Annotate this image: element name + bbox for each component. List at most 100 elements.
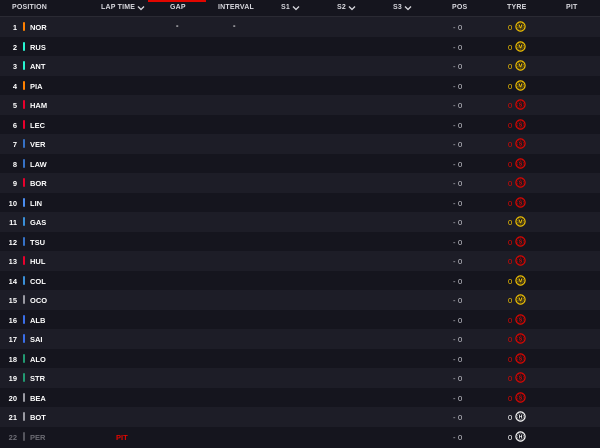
table-row[interactable]: 7 VER -0 0 S <box>0 134 600 154</box>
table-row[interactable]: 11 GAS -0 0 M <box>0 212 600 232</box>
col-s2-header[interactable]: S2 <box>337 4 356 11</box>
interval-value: - <box>233 21 236 30</box>
position-change: - <box>453 276 456 286</box>
driver-code[interactable]: LEC <box>30 121 45 130</box>
tyre-age: 0 <box>508 140 513 149</box>
table-row[interactable]: 5 HAM -0 0 S <box>0 95 600 115</box>
col-s3-header[interactable]: S3 <box>393 4 412 11</box>
driver-code[interactable]: RUS <box>30 43 46 52</box>
driver-code[interactable]: ALB <box>30 316 45 325</box>
col-lap-time-header[interactable]: LAP TIME <box>101 4 145 11</box>
table-row[interactable]: 6 LEC -0 0 S <box>0 114 600 134</box>
tyre-age: 0 <box>508 413 513 422</box>
team-color-bar <box>23 392 25 402</box>
table-row[interactable]: 13 HUL -0 0 S <box>0 251 600 271</box>
team-color-bar <box>23 256 25 265</box>
table-row[interactable]: 9 BOR -0 0 S <box>0 173 600 193</box>
position-change: - <box>453 42 456 52</box>
position-change: - <box>453 335 456 344</box>
table-row[interactable]: 8 LAW -0 0 S <box>0 153 600 173</box>
driver-position: 11 <box>9 218 17 227</box>
table-row[interactable]: 18 ALO -0 0 S <box>0 348 600 368</box>
table-row[interactable]: 19 STR -0 0 S <box>0 368 600 388</box>
position-change-value: 0 <box>458 179 463 188</box>
driver-code[interactable]: BOR <box>30 179 47 188</box>
position-change: - <box>453 140 456 149</box>
chevron-down-icon <box>137 5 145 11</box>
driver-position: 2 <box>12 42 17 52</box>
tyre-age: 0 <box>508 42 513 52</box>
tyre-age: 0 <box>508 62 513 71</box>
table-row[interactable]: 10 LIN -0 0 S <box>0 192 600 212</box>
driver-code[interactable]: ANT <box>30 62 45 71</box>
driver-code[interactable]: PER <box>30 433 45 442</box>
col-pit-header[interactable]: PIT <box>566 4 578 11</box>
driver-code[interactable]: VER <box>30 140 45 149</box>
table-row[interactable]: 21 BOT -0 0 H <box>0 407 600 427</box>
driver-code[interactable]: BOT <box>30 413 46 422</box>
col-position-header[interactable]: POSITION <box>12 4 47 11</box>
table-row[interactable]: 1 NOR - - -0 0 M <box>0 17 600 37</box>
col-interval-header[interactable]: INTERVAL <box>218 4 254 11</box>
driver-code[interactable]: LIN <box>30 199 42 208</box>
team-color-bar <box>23 412 25 421</box>
table-row[interactable]: 22 PER PIT -0 0 H <box>0 426 600 446</box>
driver-position: 10 <box>8 198 17 208</box>
team-color-bar <box>23 80 25 90</box>
position-change-value: 0 <box>458 393 463 403</box>
table-row[interactable]: 17 SAI -0 0 S <box>0 329 600 349</box>
soft-tyre-icon: S <box>515 196 526 208</box>
tyre-compound-letter: M <box>518 297 522 303</box>
driver-code[interactable]: HAM <box>30 101 47 110</box>
table-row[interactable]: 20 BEA -0 0 S <box>0 387 600 407</box>
col-tyre-header[interactable]: TYRE <box>507 4 526 11</box>
driver-position: 18 <box>8 354 17 364</box>
driver-code[interactable]: OCO <box>30 296 47 305</box>
driver-code[interactable]: TSU <box>30 238 45 247</box>
driver-position: 15 <box>8 296 17 305</box>
driver-position: 12 <box>8 237 17 247</box>
chevron-down-icon <box>348 5 356 11</box>
position-change: - <box>453 62 456 71</box>
col-lap-time-label: LAP TIME <box>101 4 136 11</box>
table-row[interactable]: 4 PIA -0 0 M <box>0 75 600 95</box>
driver-code[interactable]: LAW <box>30 160 47 169</box>
medium-tyre-icon: M <box>515 60 526 71</box>
table-row[interactable]: 14 COL -0 0 M <box>0 270 600 290</box>
driver-position: 20 <box>8 393 17 403</box>
medium-tyre-icon: M <box>515 216 526 227</box>
table-row[interactable]: 15 OCO -0 0 M <box>0 290 600 310</box>
team-color-bar <box>23 119 25 129</box>
tyre-age: 0 <box>508 432 513 442</box>
table-row[interactable]: 16 ALB -0 0 S <box>0 309 600 329</box>
col-gap-header[interactable]: GAP <box>170 4 186 11</box>
driver-code[interactable]: BEA <box>30 394 46 403</box>
team-color-bar <box>23 353 25 363</box>
team-color-bar <box>23 236 25 246</box>
team-color-bar <box>23 139 25 148</box>
driver-position: 9 <box>12 179 17 188</box>
position-change: - <box>453 198 456 208</box>
tyre-age: 0 <box>508 393 513 403</box>
driver-code[interactable]: PIA <box>30 82 43 91</box>
col-pos-header[interactable]: POS <box>452 4 467 11</box>
tyre-age: 0 <box>508 179 513 188</box>
table-row[interactable]: 12 TSU -0 0 S <box>0 231 600 251</box>
table-row[interactable]: 3 ANT -0 0 M <box>0 56 600 76</box>
driver-code[interactable]: ALO <box>30 355 46 364</box>
table-row[interactable]: 2 RUS -0 0 M <box>0 36 600 56</box>
tyre-compound-letter: M <box>518 63 522 69</box>
col-s1-header[interactable]: S1 <box>281 4 300 11</box>
medium-tyre-icon: M <box>515 21 526 32</box>
driver-code[interactable]: NOR <box>30 23 47 32</box>
driver-code[interactable]: STR <box>30 374 45 383</box>
driver-code[interactable]: SAI <box>30 335 43 344</box>
soft-tyre-icon: S <box>515 352 526 364</box>
driver-code[interactable]: COL <box>30 277 46 286</box>
soft-tyre-icon: S <box>515 177 526 188</box>
col-s3-label: S3 <box>393 4 402 11</box>
position-change-value: 0 <box>458 101 463 110</box>
driver-code[interactable]: GAS <box>30 218 46 227</box>
tyre-compound-letter: M <box>518 24 522 30</box>
driver-code[interactable]: HUL <box>30 257 45 266</box>
